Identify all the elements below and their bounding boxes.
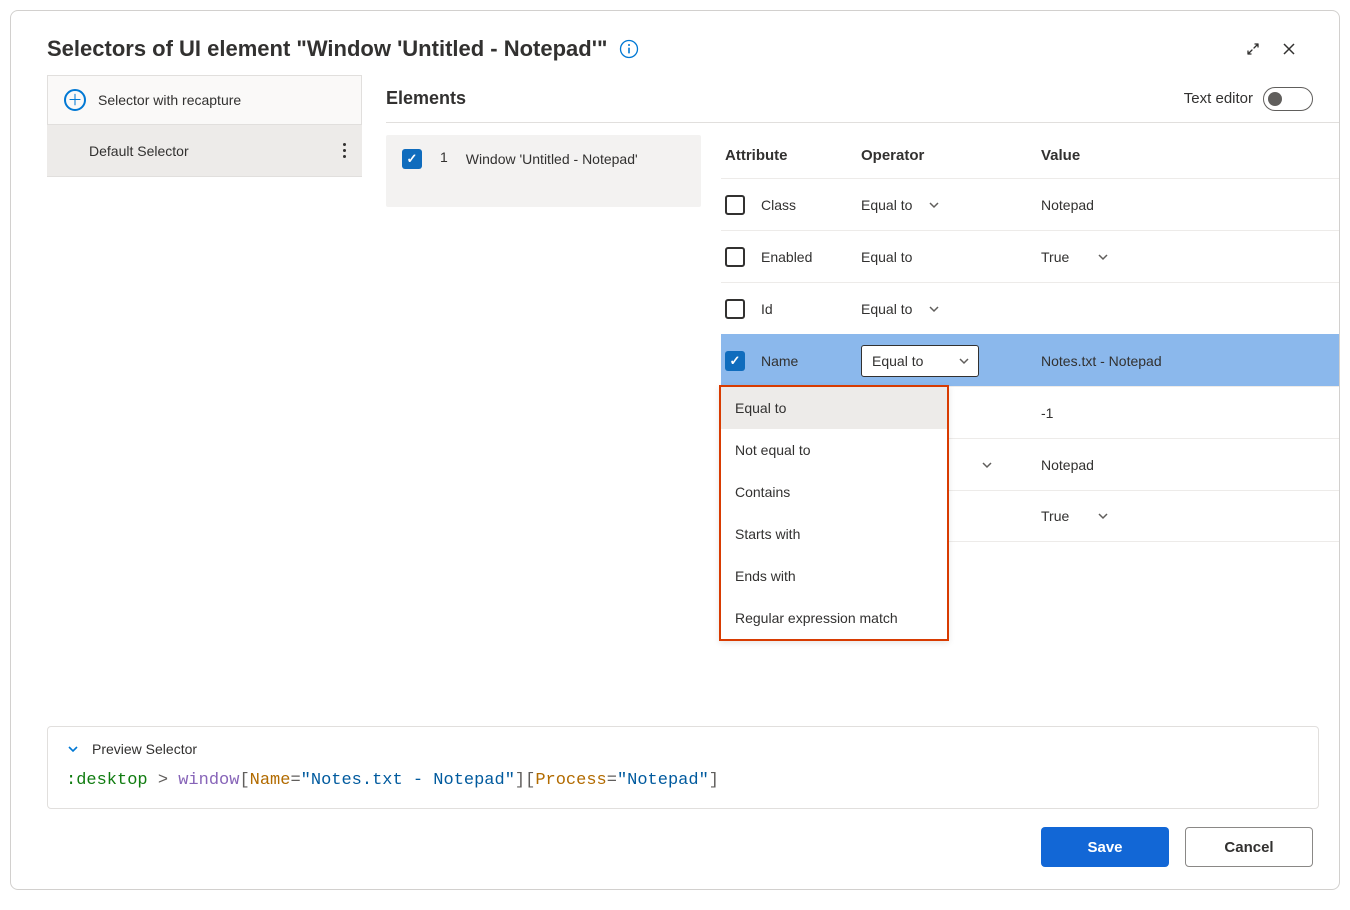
- attr-checkbox[interactable]: [725, 299, 745, 319]
- value-cell[interactable]: Notepad: [1041, 197, 1339, 213]
- chevron-down-icon: [66, 742, 80, 756]
- attr-name: Name: [761, 353, 861, 369]
- operator-option[interactable]: Ends with: [721, 555, 947, 597]
- recapture-label: Selector with recapture: [98, 92, 241, 108]
- preview-toggle[interactable]: Preview Selector: [66, 741, 1300, 757]
- selector-recapture-button[interactable]: ＋ Selector with recapture: [47, 75, 362, 125]
- element-checkbox[interactable]: [402, 149, 422, 169]
- selector-preview-text: :desktop > window[Name="Notes.txt - Note…: [66, 771, 1300, 790]
- main-header: Elements Text editor: [386, 75, 1339, 123]
- operator-select[interactable]: Equal to: [861, 301, 1041, 317]
- plus-icon: ＋: [64, 89, 86, 111]
- more-icon[interactable]: [337, 137, 352, 164]
- col-value: Value: [1041, 147, 1339, 164]
- info-icon[interactable]: [619, 39, 639, 59]
- preview-selector-panel: Preview Selector :desktop > window[Name=…: [47, 726, 1319, 809]
- dialog-header: Selectors of UI element "Window 'Untitle…: [11, 11, 1339, 75]
- col-operator: Operator: [861, 147, 1041, 164]
- value-cell[interactable]: -1: [1041, 405, 1339, 421]
- chevron-down-icon: [1097, 251, 1109, 263]
- preview-label: Preview Selector: [92, 741, 197, 757]
- elements-heading: Elements: [386, 88, 466, 109]
- value-cell[interactable]: Notes.txt - Notepad: [1041, 353, 1339, 369]
- value-cell[interactable]: Notepad: [1041, 457, 1339, 473]
- attr-row-name: Name Equal to Notes.txt - Notepad: [721, 334, 1339, 386]
- attr-row-id: Id Equal to: [721, 282, 1339, 334]
- chevron-down-icon: [928, 303, 940, 315]
- sidebar: ＋ Selector with recapture Default Select…: [47, 75, 362, 726]
- attr-name: Class: [761, 197, 861, 213]
- attr-row-enabled: Enabled Equal to True: [721, 230, 1339, 282]
- dialog-title: Selectors of UI element "Window 'Untitle…: [47, 36, 607, 62]
- operator-option[interactable]: Regular expression match: [721, 597, 947, 639]
- operator-option[interactable]: Starts with: [721, 513, 947, 555]
- operator-option[interactable]: Not equal to: [721, 429, 947, 471]
- attr-checkbox[interactable]: [725, 195, 745, 215]
- value-cell[interactable]: True: [1041, 508, 1339, 524]
- operator-select[interactable]: Equal to: [861, 249, 1041, 265]
- chevron-down-icon: [928, 199, 940, 211]
- save-button[interactable]: Save: [1041, 827, 1169, 867]
- expand-icon[interactable]: [1235, 31, 1271, 67]
- attributes-pane: Attribute Operator Value Class Equal to: [701, 123, 1339, 726]
- selector-label: Default Selector: [89, 143, 189, 159]
- close-icon[interactable]: [1271, 31, 1307, 67]
- value-cell[interactable]: True: [1041, 249, 1339, 265]
- attr-row: -1 Equal to Not equal to Contains Starts…: [721, 386, 1339, 438]
- selectors-dialog: Selectors of UI element "Window 'Untitle…: [10, 10, 1340, 890]
- chevron-down-icon: [1097, 510, 1109, 522]
- operator-dropdown: Equal to Not equal to Contains Starts wi…: [719, 385, 949, 641]
- attr-name: Id: [761, 301, 861, 317]
- element-name: Window 'Untitled - Notepad': [466, 149, 638, 193]
- operator-select[interactable]: Equal to: [861, 345, 1041, 377]
- attr-row-class: Class Equal to Notepad: [721, 178, 1339, 230]
- attr-checkbox[interactable]: [725, 351, 745, 371]
- col-attribute: Attribute: [721, 147, 861, 164]
- sidebar-item-default-selector[interactable]: Default Selector: [47, 125, 362, 177]
- element-index: 1: [440, 149, 448, 193]
- attr-name: Enabled: [761, 249, 861, 265]
- chevron-down-icon: [981, 459, 993, 471]
- element-row[interactable]: 1 Window 'Untitled - Notepad': [386, 135, 701, 207]
- text-editor-label: Text editor: [1184, 90, 1253, 107]
- operator-option[interactable]: Contains: [721, 471, 947, 513]
- attributes-header: Attribute Operator Value: [721, 123, 1339, 178]
- operator-option[interactable]: Equal to: [721, 387, 947, 429]
- chevron-down-icon: [958, 355, 970, 367]
- cancel-button[interactable]: Cancel: [1185, 827, 1313, 867]
- dialog-footer: Save Cancel: [11, 809, 1339, 889]
- operator-select[interactable]: Equal to: [861, 197, 1041, 213]
- text-editor-toggle[interactable]: [1263, 87, 1313, 111]
- attr-checkbox[interactable]: [725, 247, 745, 267]
